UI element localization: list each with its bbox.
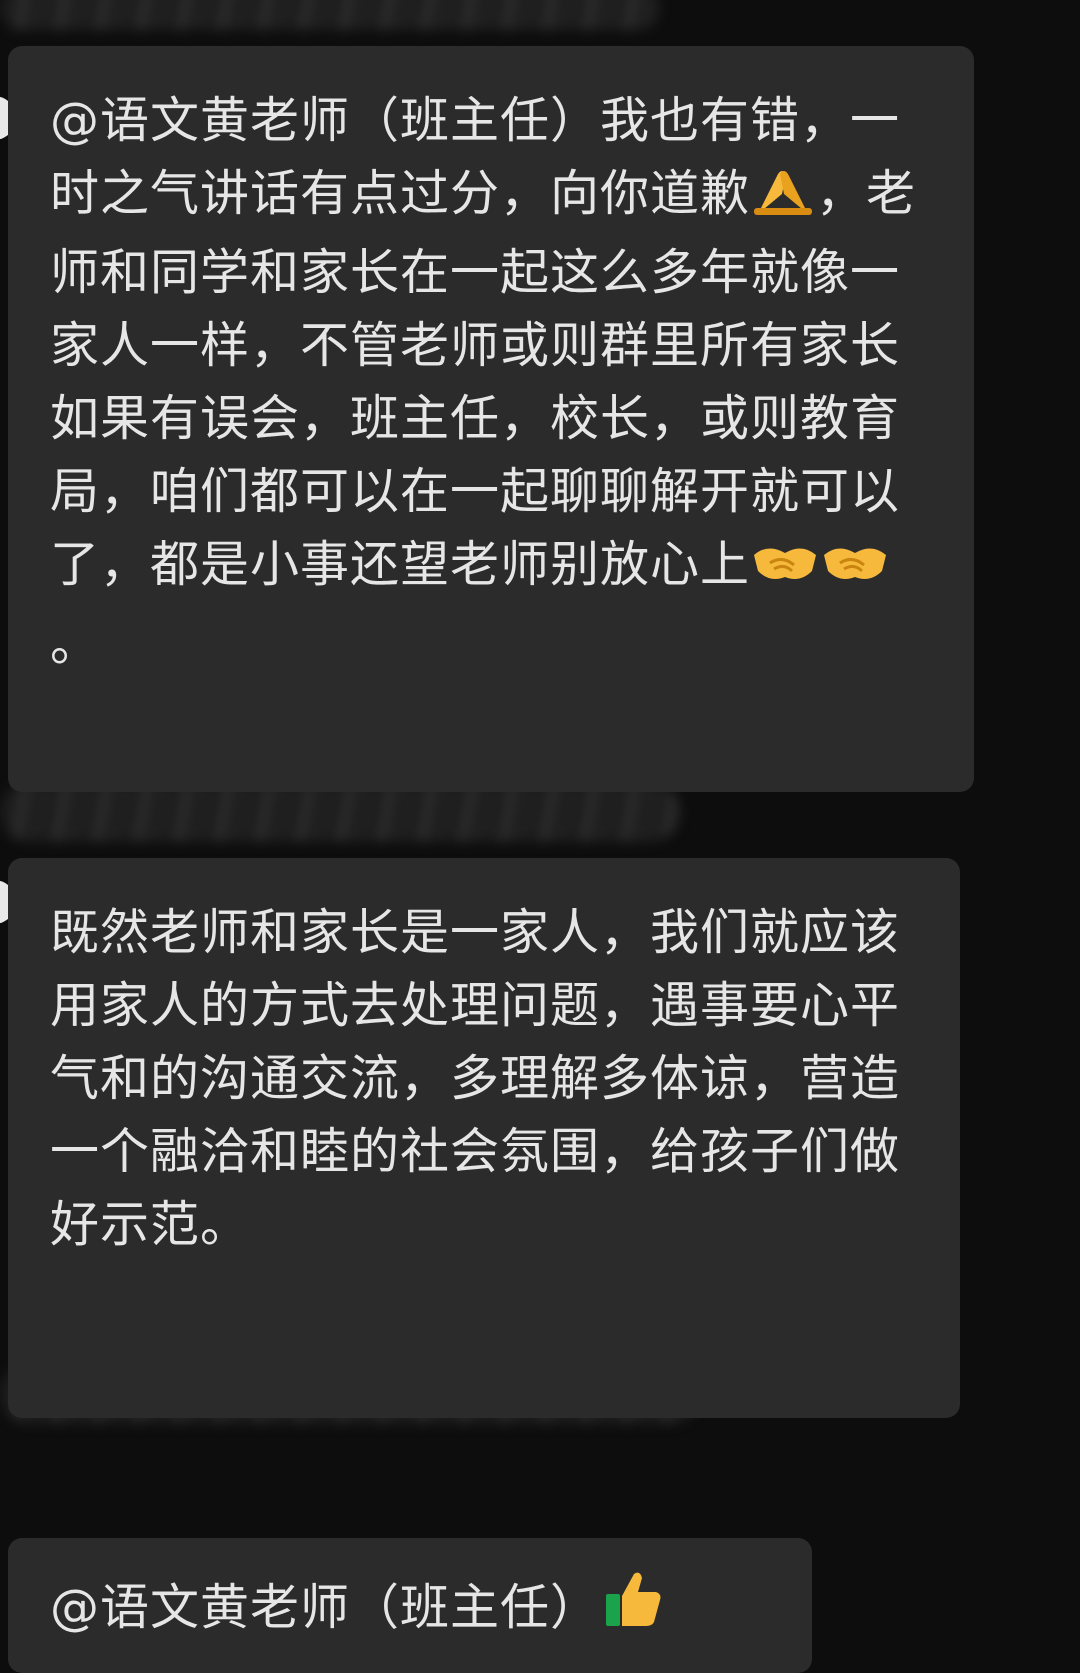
message-bubble[interactable]: @语文黄老师（班主任）我也有错，一时之气讲话有点过分，向你道歉 ，老师和同学和家长…: [8, 46, 974, 792]
folded-hands-icon: [752, 163, 814, 236]
message-text: @语文黄老师（班主任）: [50, 1568, 772, 1650]
message-text-segment: 。: [50, 615, 101, 672]
message-bubble[interactable]: @语文黄老师（班主任）: [8, 1538, 812, 1673]
redacted-sender-name: [0, 0, 660, 30]
chat-screen: @语文黄老师（班主任）我也有错，一时之气讲话有点过分，向你道歉 ，老师和同学和家长…: [0, 0, 1080, 1673]
message-bubble[interactable]: 既然老师和家长是一家人，我们就应该用家人的方式去处理问题，遇事要心平气和的沟通交…: [8, 858, 960, 1418]
message-text: @语文黄老师（班主任）我也有错，一时之气讲话有点过分，向你道歉 ，老师和同学和家长…: [50, 84, 934, 680]
thumbs-up-icon: [602, 1568, 664, 1650]
message-text-segment: @语文黄老师（班主任）: [50, 1579, 601, 1636]
handshake-icon: [752, 534, 818, 607]
message-text-segment: 既然老师和家长是一家人，我们就应该用家人的方式去处理问题，遇事要心平气和的沟通交…: [50, 904, 901, 1253]
handshake-icon: [822, 534, 888, 607]
message-text: 既然老师和家长是一家人，我们就应该用家人的方式去处理问题，遇事要心平气和的沟通交…: [50, 896, 920, 1261]
